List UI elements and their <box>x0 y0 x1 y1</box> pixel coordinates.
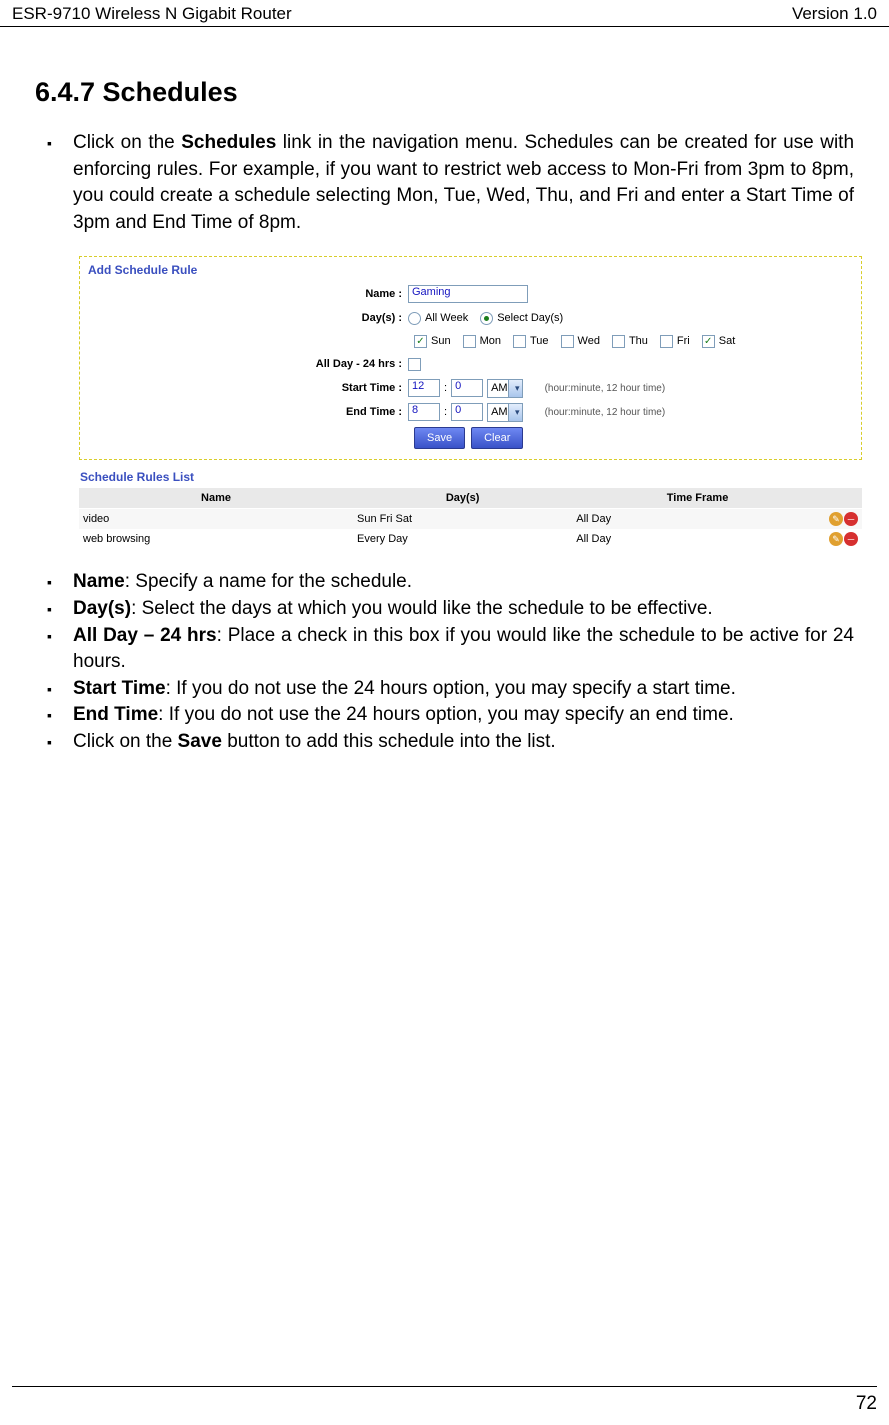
def-start: Start Time: If you do not use the 24 hou… <box>73 676 854 703</box>
checkbox-thu[interactable] <box>612 335 625 348</box>
page-footer: 72 <box>12 1386 877 1415</box>
name-input[interactable]: Gaming <box>408 285 528 303</box>
checkbox-fri[interactable] <box>660 335 673 348</box>
add-schedule-panel: Add Schedule Rule Name : Gaming Day(s) :… <box>79 256 862 460</box>
col-days: Day(s) <box>353 488 572 509</box>
end-min-input[interactable]: 0 <box>451 403 483 421</box>
name-label: Name : <box>88 288 408 300</box>
clear-button[interactable]: Clear <box>471 427 523 449</box>
col-name: Name <box>79 488 353 509</box>
edit-icon[interactable]: ✎ <box>829 532 843 546</box>
days-label: Day(s) : <box>88 312 408 324</box>
delete-icon[interactable]: － <box>844 532 858 546</box>
checkbox-wed[interactable] <box>561 335 574 348</box>
checkbox-tue[interactable] <box>513 335 526 348</box>
intro-para: Click on the Schedules link in the navig… <box>73 130 854 236</box>
radio-select-days-label: Select Day(s) <box>497 312 563 324</box>
rules-table: Name Day(s) Time Frame video Sun Fri Sat… <box>79 488 862 549</box>
table-row: video Sun Fri Sat All Day ✎－ <box>79 509 862 530</box>
rules-list-title: Schedule Rules List <box>80 470 862 484</box>
screenshot-figure: Add Schedule Rule Name : Gaming Day(s) :… <box>79 256 862 549</box>
header-right: Version 1.0 <box>792 4 877 24</box>
def-days: Day(s): Select the days at which you wou… <box>73 596 854 623</box>
def-save: Click on the Save button to add this sch… <box>73 729 854 756</box>
end-hour-input[interactable]: 8 <box>408 403 440 421</box>
panel-title: Add Schedule Rule <box>88 263 853 277</box>
end-ampm-select[interactable]: AM <box>487 403 523 422</box>
radio-all-week-label: All Week <box>425 312 468 324</box>
table-row: web browsing Every Day All Day ✎－ <box>79 529 862 549</box>
def-end: End Time: If you do not use the 24 hours… <box>73 702 854 729</box>
start-hint: (hour:minute, 12 hour time) <box>545 383 666 394</box>
start-hour-input[interactable]: 12 <box>408 379 440 397</box>
end-label: End Time : <box>88 406 408 418</box>
checkbox-sat[interactable]: ✓ <box>702 335 715 348</box>
checkbox-mon[interactable] <box>463 335 476 348</box>
allday-label: All Day - 24 hrs : <box>88 358 408 370</box>
page-header: ESR-9710 Wireless N Gigabit Router Versi… <box>0 0 889 27</box>
def-allday: All Day – 24 hrs: Place a check in this … <box>73 623 854 676</box>
def-name: Name: Specify a name for the schedule. <box>73 569 854 596</box>
start-label: Start Time : <box>88 382 408 394</box>
delete-icon[interactable]: － <box>844 512 858 526</box>
checkbox-allday[interactable] <box>408 358 421 371</box>
end-hint: (hour:minute, 12 hour time) <box>545 407 666 418</box>
header-left: ESR-9710 Wireless N Gigabit Router <box>12 4 292 24</box>
section-title: 6.4.7 Schedules <box>35 77 854 108</box>
save-button[interactable]: Save <box>414 427 465 449</box>
checkbox-sun[interactable]: ✓ <box>414 335 427 348</box>
radio-select-days[interactable] <box>480 312 493 325</box>
start-min-input[interactable]: 0 <box>451 379 483 397</box>
radio-all-week[interactable] <box>408 312 421 325</box>
edit-icon[interactable]: ✎ <box>829 512 843 526</box>
col-timeframe: Time Frame <box>572 488 823 509</box>
page-number: 72 <box>856 1393 877 1414</box>
start-ampm-select[interactable]: AM <box>487 379 523 398</box>
